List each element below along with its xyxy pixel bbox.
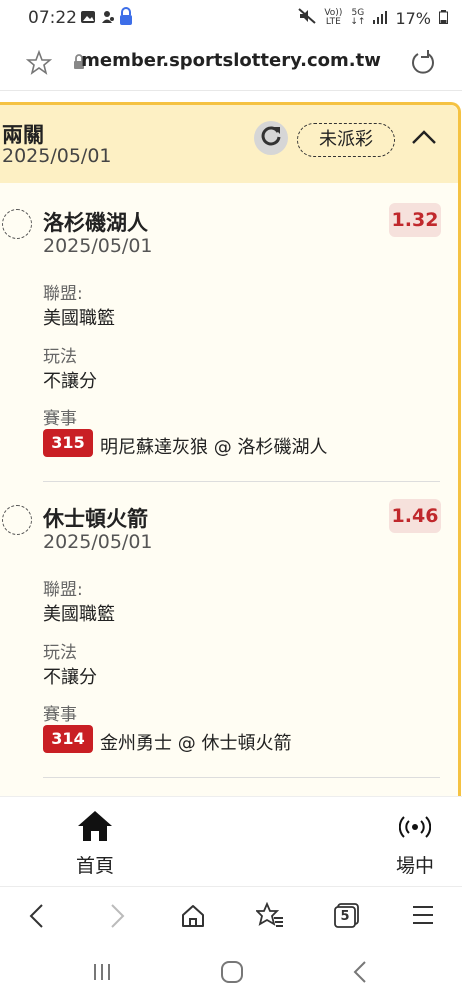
event-label: 賽事 — [43, 705, 77, 725]
refresh-button[interactable] — [254, 121, 288, 155]
volte-indicator: Vo)) LTE — [324, 8, 343, 27]
refresh-icon — [259, 124, 283, 152]
bet-type-value: 不讓分 — [43, 371, 97, 392]
pick-date: 2025/05/01 — [43, 531, 153, 553]
lock-app-icon — [118, 6, 134, 26]
back-icon[interactable] — [28, 903, 46, 933]
pick-item: 洛杉磯湖人 2025/05/01 1.32 聯盟: 美國職籃 玩法 不讓分 賽事… — [0, 183, 458, 483]
status-bar: 07:22 Vo)) LTE 5G ↓↑ 17% — [0, 0, 462, 36]
gallery-icon — [80, 9, 96, 25]
nav-live[interactable]: 場中 — [380, 809, 450, 879]
battery-text: 17% — [395, 8, 431, 28]
signal-icon — [373, 9, 388, 28]
matchup-text: 金州勇士 @ 休士頓火箭 — [100, 733, 292, 754]
home-page-icon[interactable] — [180, 903, 206, 933]
league-value: 美國職籃 — [43, 308, 115, 329]
browser-toolbar: 5 — [0, 886, 462, 945]
pick-item: 休士頓火箭 2025/05/01 1.46 聯盟: 美國職籃 玩法 不讓分 賽事… — [0, 479, 458, 779]
bet-card-header[interactable]: 兩關 2025/05/01 未派彩 — [0, 105, 458, 183]
pick-team: 洛杉磯湖人 — [43, 211, 148, 235]
broadcast-icon — [398, 815, 432, 843]
status-time: 07:22 — [28, 8, 77, 28]
matchup-text: 明尼蘇達灰狼 @ 洛杉磯湖人 — [100, 437, 328, 458]
reload-icon[interactable] — [410, 48, 436, 80]
pick-radio[interactable] — [2, 209, 32, 239]
system-back-icon[interactable] — [352, 960, 368, 988]
battery-icon — [439, 9, 448, 28]
event-label: 賽事 — [43, 409, 77, 429]
app-bottom-nav: 首頁 場中 — [0, 796, 462, 887]
mute-icon — [298, 8, 317, 28]
game-number-badge: 315 — [43, 429, 93, 457]
league-value: 美國職籃 — [43, 604, 115, 625]
bet-type-value: 不讓分 — [43, 667, 97, 688]
url-text[interactable]: member.sportslottery.com.tw — [0, 50, 462, 71]
nav-home-label: 首頁 — [75, 855, 114, 877]
home-icon — [76, 809, 114, 847]
pick-radio[interactable] — [2, 505, 32, 535]
recent-apps-icon[interactable] — [92, 962, 112, 986]
forward-icon[interactable] — [108, 903, 126, 933]
payout-status-badge: 未派彩 — [297, 123, 395, 157]
league-label: 聯盟: — [43, 580, 83, 600]
tabs-icon[interactable]: 5 — [333, 902, 361, 928]
chevron-up-icon — [411, 129, 437, 149]
pick-odds: 1.32 — [389, 203, 441, 237]
bookmarks-icon[interactable] — [254, 901, 284, 932]
home-button-icon[interactable] — [220, 960, 244, 988]
status-right: Vo)) LTE 5G ↓↑ 17% — [298, 8, 448, 28]
bet-type-label: 玩法 — [43, 347, 77, 367]
pick-divider — [43, 777, 440, 778]
system-nav-bar — [0, 944, 462, 1000]
bet-date: 2025/05/01 — [2, 145, 112, 167]
pick-odds: 1.46 — [389, 499, 441, 533]
pick-date: 2025/05/01 — [43, 235, 153, 257]
bet-card: 兩關 2025/05/01 未派彩 洛杉磯湖人 2025/05/01 1.32 … — [0, 102, 461, 805]
game-number-badge: 314 — [43, 725, 93, 753]
menu-icon[interactable] — [412, 905, 434, 929]
nav-live-label: 場中 — [395, 855, 434, 877]
notification-icon — [100, 9, 116, 25]
tab-count: 5 — [340, 909, 350, 924]
nav-home[interactable]: 首頁 — [60, 809, 130, 879]
browser-url-bar: member.sportslottery.com.tw — [0, 36, 462, 91]
bet-type-label: 玩法 — [43, 643, 77, 663]
pick-team: 休士頓火箭 — [43, 507, 148, 531]
network-indicator: 5G ↓↑ — [350, 8, 366, 27]
collapse-button[interactable] — [404, 123, 444, 155]
league-label: 聯盟: — [43, 284, 83, 304]
